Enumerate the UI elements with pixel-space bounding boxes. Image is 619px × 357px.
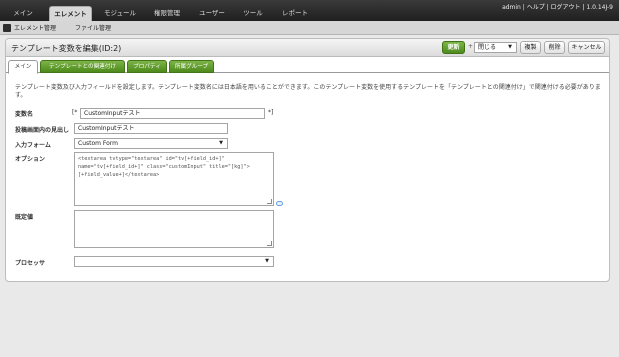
subnav-item-element-manager[interactable]: エレメント管理 <box>14 23 56 32</box>
options-code: <textarea tvtype="textarea" id="tv[+fiel… <box>78 156 250 178</box>
var-name-label: 変数名 <box>15 111 34 118</box>
options-label: オプション <box>15 156 46 163</box>
resize-handle[interactable] <box>267 199 272 204</box>
cancel-button[interactable]: キャンセル <box>568 41 605 54</box>
element-manager-icon <box>3 24 11 32</box>
tab-groups[interactable]: 所属グループ <box>169 60 214 73</box>
nav-tab-tools[interactable]: ツール <box>236 6 270 21</box>
chevron-down-icon: ▼ <box>265 258 269 264</box>
resize-handle[interactable] <box>267 241 272 246</box>
sub-navigation: エレメント管理 ファイル管理 <box>0 21 619 35</box>
nav-tab-users[interactable]: ユーザー <box>191 6 233 21</box>
tab-main[interactable]: メイン <box>8 60 38 74</box>
caption-input[interactable]: CustomInputテスト <box>74 123 228 134</box>
default-value-textarea[interactable] <box>74 210 274 248</box>
tab-template-links[interactable]: テンプレートとの関連付け <box>40 60 125 73</box>
default-value-label: 既定値 <box>15 214 34 221</box>
after-save-select-value: 閉じる <box>478 44 497 51</box>
nav-tab-main[interactable]: メイン <box>5 6 41 21</box>
input-type-select[interactable]: Custom Form ▼ <box>74 138 228 149</box>
speech-bubble-icon[interactable] <box>276 201 283 206</box>
nav-tab-module[interactable]: モジュール <box>97 6 143 21</box>
panel-header: テンプレート変数を編集(ID:2) 更新 + 閉じる ▼ 複製 削除 キャンセル <box>6 39 609 57</box>
chevron-down-icon: ▼ <box>219 140 223 146</box>
copy-button[interactable]: 複製 <box>520 41 541 54</box>
edit-panel: テンプレート変数を編集(ID:2) 更新 + 閉じる ▼ 複製 削除 キャンセル… <box>5 38 610 282</box>
after-save-select[interactable]: 閉じる ▼ <box>474 42 517 53</box>
nav-tab-permissions[interactable]: 権限管理 <box>147 6 187 21</box>
var-name-input[interactable]: CustomInputテスト <box>80 108 265 119</box>
processor-select[interactable]: ▼ <box>74 256 274 267</box>
tab-bar: メイン テンプレートとの関連付け プロパティ 所属グループ <box>6 59 609 74</box>
plus-icon: + <box>468 43 474 50</box>
form-description: テンプレート変数及び入力フィールドを設定します。テンプレート変数名には日本語を用… <box>15 84 601 99</box>
nav-tab-element[interactable]: エレメント <box>49 6 92 21</box>
nav-tab-reports[interactable]: レポート <box>274 6 316 21</box>
delete-button[interactable]: 削除 <box>544 41 565 54</box>
input-type-select-value: Custom Form <box>78 140 119 147</box>
top-navigation: メイン エレメント モジュール 権限管理 ユーザー ツール レポート admin… <box>0 0 619 21</box>
var-name-prefix: [* <box>72 109 78 116</box>
chevron-down-icon: ▼ <box>508 44 512 50</box>
page-title: テンプレート変数を編集(ID:2) <box>11 44 122 53</box>
user-info-links[interactable]: admin | ヘルプ | ログアウト | 1.0.14J-9 <box>502 2 613 11</box>
tab-properties[interactable]: プロパティ <box>127 60 167 73</box>
subnav-item-file-manager[interactable]: ファイル管理 <box>75 23 111 32</box>
caption-label: 投稿画面内の見出し <box>15 127 70 134</box>
var-name-suffix: *] <box>268 109 274 116</box>
options-textarea[interactable]: <textarea tvtype="textarea" id="tv[+fiel… <box>74 152 274 206</box>
save-button[interactable]: 更新 <box>442 41 465 54</box>
processor-label: プロセッサ <box>15 260 46 267</box>
input-type-label: 入力フォーム <box>15 142 51 149</box>
